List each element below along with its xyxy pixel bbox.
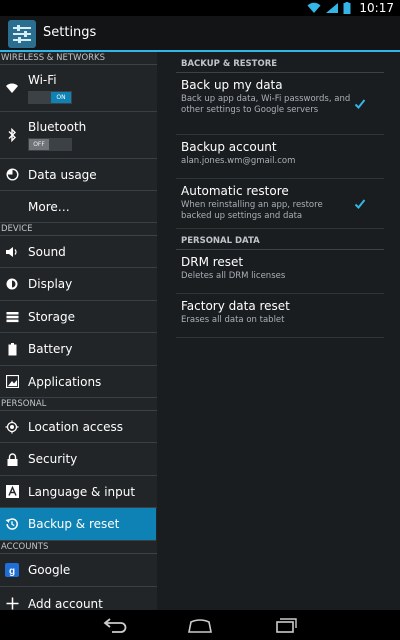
sidebar-item-label: Sound: [28, 244, 66, 259]
navigation-bar: [0, 610, 400, 640]
sidebar-item-label: Language & input: [28, 484, 136, 499]
sidebar-item-label: Add account: [28, 596, 103, 611]
recent-apps-icon[interactable]: [272, 616, 298, 634]
sidebar-item-label: Wi-Fi: [28, 73, 57, 87]
sidebar-item-label: Location access: [28, 419, 124, 434]
item-title: Backup account: [181, 140, 277, 154]
battery-icon: [343, 2, 351, 14]
sidebar-item-backup-reset[interactable]: Backup & reset: [0, 508, 156, 541]
item-title: DRM reset: [181, 255, 244, 269]
item-title: Back up my data: [181, 78, 283, 92]
sidebar-item-location[interactable]: Location access: [0, 411, 157, 443]
item-summary: alan.jones.wm@gmail.com: [181, 156, 296, 166]
plus-icon: [5, 597, 19, 611]
drm-reset-item[interactable]: DRM reset Deletes all DRM licenses: [176, 250, 384, 294]
sidebar-item-display[interactable]: Display: [0, 268, 157, 301]
bluetooth-toggle[interactable]: OFF: [28, 138, 72, 151]
lock-icon: [5, 452, 19, 466]
wifi-toggle[interactable]: ON: [28, 91, 72, 104]
sidebar-item-label: Data usage: [28, 167, 97, 182]
sidebar-item-battery[interactable]: Battery: [0, 333, 157, 366]
item-title: Automatic restore: [181, 184, 289, 198]
sidebar-item-google[interactable]: g Google: [0, 554, 157, 587]
sidebar-item-bluetooth[interactable]: Bluetooth OFF: [0, 112, 157, 159]
sidebar-item-label: Google: [28, 563, 71, 577]
section-header-device: DEVICE: [0, 223, 157, 236]
sidebar-item-label: Applications: [28, 374, 102, 389]
sidebar-item-language[interactable]: Language & input: [0, 476, 157, 508]
backup-restore-icon: [5, 517, 19, 531]
backup-my-data-item[interactable]: Back up my data Back up app data, Wi-Fi …: [176, 73, 384, 135]
automatic-restore-item[interactable]: Automatic restore When reinstalling an a…: [176, 179, 384, 229]
sidebar-item-label: Security: [28, 452, 78, 466]
sidebar-item-data-usage[interactable]: Data usage: [0, 159, 157, 191]
data-usage-icon: [5, 168, 19, 182]
sidebar-item-more[interactable]: More…: [0, 191, 157, 223]
section-header-wireless: WIRELESS & NETWORKS: [0, 52, 157, 65]
wifi-icon: [307, 2, 321, 13]
brightness-icon: [5, 277, 19, 291]
volume-icon: [5, 245, 19, 259]
battery-icon: [5, 342, 19, 356]
item-summary: When reinstalling an app, restore backed…: [181, 200, 323, 221]
checkbox-checked-icon[interactable]: [354, 98, 366, 110]
action-bar: Settings: [0, 16, 400, 52]
section-header-personal: PERSONAL: [0, 398, 157, 411]
section-header-backup-restore: BACKUP & RESTORE: [176, 52, 384, 73]
toggle-state-label: OFF: [29, 139, 49, 150]
language-icon: [5, 485, 19, 499]
sidebar-item-sound[interactable]: Sound: [0, 236, 157, 268]
home-icon[interactable]: [186, 616, 214, 634]
wifi-icon: [5, 81, 19, 95]
status-bar: 10:17: [0, 0, 400, 16]
item-summary: Back up app data, Wi-Fi passwords, and o…: [181, 94, 351, 115]
sidebar-item-storage[interactable]: Storage: [0, 301, 157, 333]
sidebar-item-label: Display: [28, 277, 73, 291]
sidebar-item-wifi[interactable]: Wi-Fi ON: [0, 65, 157, 112]
sidebar-item-add-account[interactable]: Add account: [0, 587, 157, 610]
sidebar-item-security[interactable]: Security: [0, 443, 157, 476]
section-header-accounts: ACCOUNTS: [0, 541, 157, 554]
bluetooth-icon: [5, 128, 19, 142]
sidebar-item-label: Backup & reset: [28, 517, 120, 531]
toggle-state-label: ON: [51, 92, 71, 103]
sidebar-item-label: More…: [28, 199, 70, 214]
item-summary: Deletes all DRM licenses: [181, 271, 286, 281]
backup-account-item[interactable]: Backup account alan.jones.wm@gmail.com: [176, 135, 384, 179]
settings-icon[interactable]: [8, 20, 36, 48]
location-icon: [5, 420, 19, 434]
sidebar-item-label: Battery: [28, 342, 73, 356]
storage-icon: [5, 310, 19, 324]
backup-reset-pane: BACKUP & RESTORE Back up my data Back up…: [176, 52, 384, 610]
section-header-personal-data: PERSONAL DATA: [176, 229, 384, 250]
signal-icon: [326, 3, 339, 13]
item-title: Factory data reset: [181, 299, 290, 313]
settings-content: WIRELESS & NETWORKS Wi-Fi ON Bluetooth O…: [0, 52, 400, 610]
applications-icon: [5, 375, 19, 389]
sidebar-item-label: Bluetooth: [28, 120, 87, 134]
item-summary: Erases all data on tablet: [181, 315, 285, 325]
clock: 10:17: [359, 1, 394, 15]
sidebar-item-label: Storage: [28, 309, 75, 324]
factory-data-reset-item[interactable]: Factory data reset Erases all data on ta…: [176, 294, 384, 338]
page-title: Settings: [43, 25, 97, 40]
settings-sidebar: WIRELESS & NETWORKS Wi-Fi ON Bluetooth O…: [0, 52, 157, 610]
google-icon: g: [5, 563, 19, 577]
sidebar-item-applications[interactable]: Applications: [0, 366, 157, 398]
svg-text:g: g: [9, 566, 15, 577]
checkbox-checked-icon[interactable]: [354, 198, 366, 210]
back-icon[interactable]: [102, 616, 128, 634]
